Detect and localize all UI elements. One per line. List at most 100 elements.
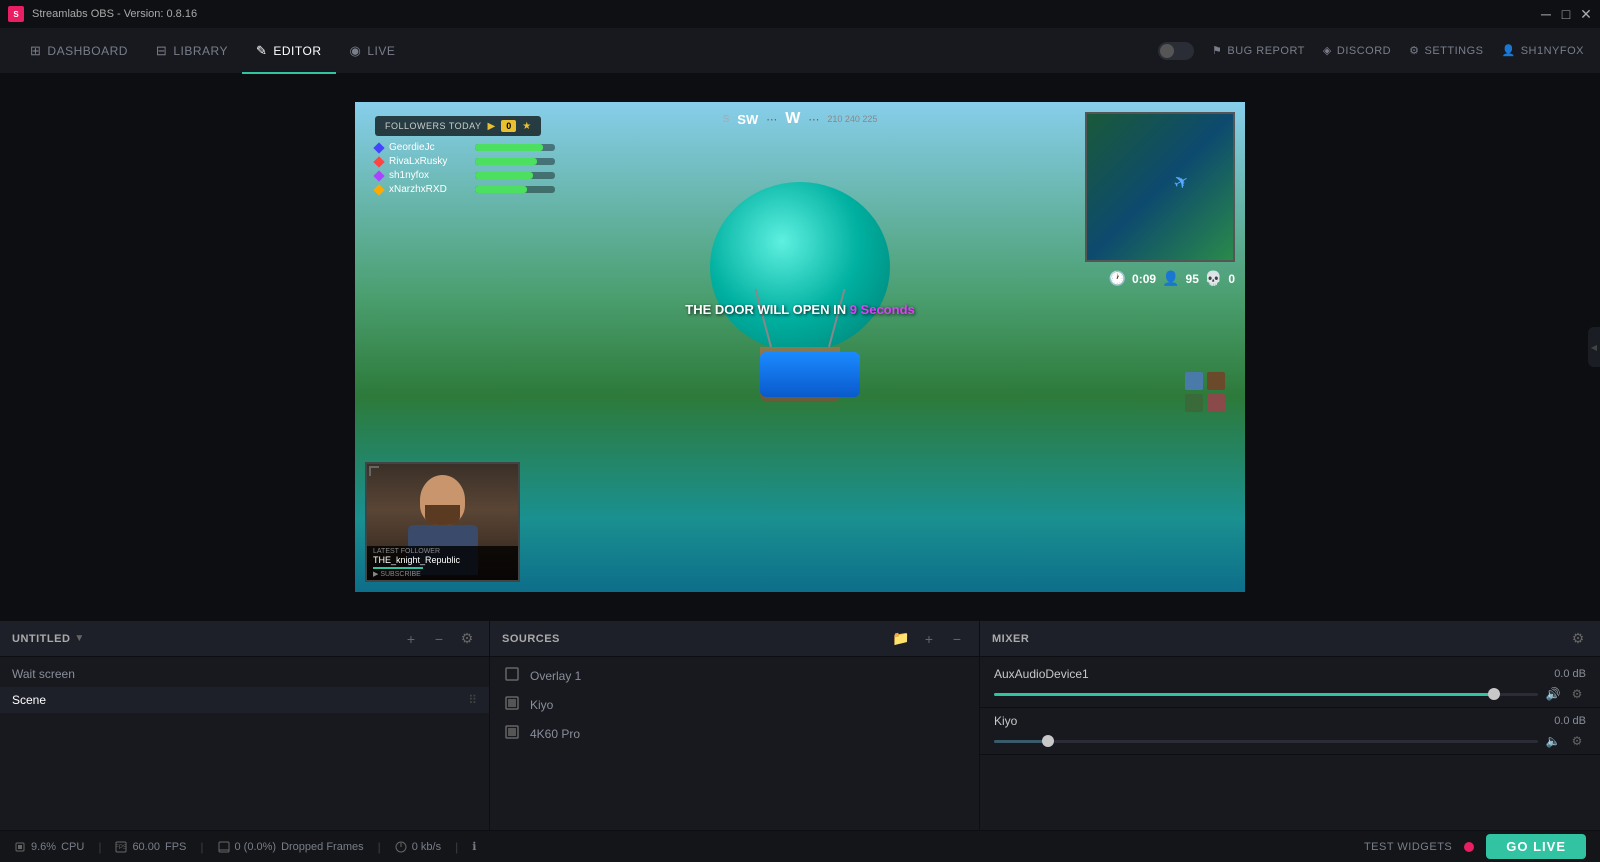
sources-remove-button[interactable]: − xyxy=(947,629,967,649)
follower-bar-label: LATEST FOLLOWER xyxy=(373,548,512,555)
follower-bar-indicator xyxy=(373,567,423,569)
nav-discord-label: DISCORD xyxy=(1337,45,1391,57)
svg-text:S: S xyxy=(13,10,19,19)
followers-arrow: ▶ xyxy=(488,121,496,132)
bottom-panels: UNTITLED ▼ + − ⚙ Wait screen Scene ⠿ xyxy=(0,620,1600,830)
sources-list: Overlay 1 Kiyo 4K60 Pro xyxy=(490,657,979,830)
minimize-button[interactable]: ─ xyxy=(1540,8,1552,20)
lb-bar-4 xyxy=(475,186,555,193)
source-4k60pro-label: 4K60 Pro xyxy=(530,727,965,741)
players-value: 95 xyxy=(1186,272,1199,286)
webcam-overlay: LATEST FOLLOWER THE_knight_Republic ▶ SU… xyxy=(365,462,520,582)
nav-settings-label: SETTINGS xyxy=(1424,45,1483,57)
preview-canvas[interactable]: S SW ⋯ W ⋯ 210 240 225 FOLLOWERS TODAY ▶… xyxy=(355,102,1245,592)
close-button[interactable]: ✕ xyxy=(1580,8,1592,20)
source-4k60pro[interactable]: 4K60 Pro xyxy=(490,719,979,748)
status-cpu: 9.6% CPU xyxy=(14,841,98,853)
profile-icon: 👤 xyxy=(1502,44,1516,57)
mixer-aux-thumb[interactable] xyxy=(1488,688,1500,700)
minimap-bg xyxy=(1087,114,1233,260)
game-icons-row2 xyxy=(1185,394,1225,412)
game-icon-4 xyxy=(1207,394,1225,412)
nav-library-label: LIBRARY xyxy=(173,44,228,58)
nav-bugreport[interactable]: ⚑ BUG REPORT xyxy=(1212,44,1305,57)
nav-dashboard[interactable]: ⊞ DASHBOARD xyxy=(16,28,142,74)
scene-wait-screen[interactable]: Wait screen xyxy=(0,661,489,687)
mixer-panel-header: MIXER ⚙ xyxy=(980,621,1600,657)
source-overlay1[interactable]: Overlay 1 xyxy=(490,661,979,690)
nav-editor[interactable]: ✎ EDITOR xyxy=(242,28,336,74)
mixer-panel: MIXER ⚙ AuxAudioDevice1 0.0 dB xyxy=(980,621,1600,830)
mixer-settings-button[interactable]: ⚙ xyxy=(1568,629,1588,649)
followers-icon: ★ xyxy=(522,121,531,132)
mixer-kiyo-slider[interactable] xyxy=(994,734,1538,748)
streamer-head xyxy=(420,475,465,525)
balloon-ropes xyxy=(760,352,840,402)
statusbar: 9.6% CPU | FPS 60.00 FPS | 0 (0.0%) Drop… xyxy=(0,830,1600,862)
fps-icon: FPS xyxy=(115,841,127,853)
kbps-value: 0 kb/s xyxy=(412,841,441,853)
nav-settings[interactable]: ⚙ SETTINGS xyxy=(1409,44,1483,57)
compass-s: S xyxy=(723,114,730,125)
svg-text:FPS: FPS xyxy=(116,845,128,851)
lb-name-3: sh1nyfox xyxy=(389,170,469,181)
compass-sw: SW xyxy=(737,112,758,127)
lb-bar-1 xyxy=(475,144,555,151)
cpu-icon xyxy=(14,841,26,853)
status-divider-1: | xyxy=(98,840,101,854)
test-widgets-button[interactable]: TEST WIDGETS xyxy=(1364,841,1452,853)
source-kiyo[interactable]: Kiyo xyxy=(490,690,979,719)
scene-scene[interactable]: Scene ⠿ xyxy=(0,687,489,713)
mixer-tracks: AuxAudioDevice1 0.0 dB 🔊 ⚙ xyxy=(980,657,1600,830)
go-live-button[interactable]: GO LIVE xyxy=(1486,834,1586,859)
kbps-icon xyxy=(395,841,407,853)
status-dropped: 0 (0.0%) Dropped Frames xyxy=(218,841,378,853)
nav-profile[interactable]: 👤 sh1nyfox xyxy=(1502,44,1585,57)
scenes-list: Wait screen Scene ⠿ xyxy=(0,657,489,830)
mixer-kiyo-speaker[interactable]: 🔈 xyxy=(1544,732,1562,750)
info-icon: ℹ xyxy=(472,840,476,853)
right-edge-toggle[interactable]: ◀ xyxy=(1588,327,1600,367)
status-divider-2: | xyxy=(200,840,203,854)
lb-bar-2 xyxy=(475,158,555,165)
theme-toggle[interactable] xyxy=(1158,42,1194,60)
dashboard-icon: ⊞ xyxy=(30,43,41,59)
skull-icon: 💀 xyxy=(1205,270,1222,287)
mixer-kiyo-thumb[interactable] xyxy=(1042,735,1054,747)
game-icon-2 xyxy=(1207,372,1225,390)
game-icon-3 xyxy=(1185,394,1203,412)
status-info[interactable]: ℹ xyxy=(472,840,490,853)
mixer-aux-slider[interactable] xyxy=(994,687,1538,701)
mixer-aux-speaker[interactable]: 🔊 xyxy=(1544,685,1562,703)
source-kiyo-icon xyxy=(504,696,520,713)
mixer-kiyo-settings[interactable]: ⚙ xyxy=(1568,732,1586,750)
mixer-track-kiyo-name: Kiyo xyxy=(994,714,1554,728)
nav-right: ⚑ BUG REPORT ◈ DISCORD ⚙ SETTINGS 👤 sh1n… xyxy=(1158,42,1584,60)
webcam-resize-handle[interactable] xyxy=(369,466,379,476)
scenes-settings-button[interactable]: ⚙ xyxy=(457,629,477,649)
scenes-remove-button[interactable]: − xyxy=(429,629,449,649)
mixer-panel-title: MIXER xyxy=(992,633,1560,645)
right-edge-icon: ◀ xyxy=(1591,343,1597,352)
compass-divider: ⋯ xyxy=(766,113,777,126)
mixer-aux-settings[interactable]: ⚙ xyxy=(1568,685,1586,703)
follower-subscribe-btn: ▶ SUBSCRIBE xyxy=(373,570,512,578)
lb-name-4: xNarzhxRXD xyxy=(389,184,469,195)
sources-add-button[interactable]: + xyxy=(919,629,939,649)
nav-live[interactable]: ◉ LIVE xyxy=(336,28,410,74)
sources-folder-button[interactable]: 📁 xyxy=(891,629,911,649)
scenes-title-chevron[interactable]: ▼ xyxy=(74,633,84,644)
battle-bus xyxy=(760,352,860,397)
scenes-add-button[interactable]: + xyxy=(401,629,421,649)
mixer-track-aux-db: 0.0 dB xyxy=(1554,668,1586,680)
follower-bar-name: THE_knight_Republic xyxy=(373,555,512,565)
nav-discord[interactable]: ◈ DISCORD xyxy=(1323,44,1391,57)
dropped-icon xyxy=(218,841,230,853)
nav-live-label: LIVE xyxy=(367,44,395,58)
minimap-content: ✈ xyxy=(1087,114,1233,260)
main-content: S SW ⋯ W ⋯ 210 240 225 FOLLOWERS TODAY ▶… xyxy=(0,74,1600,862)
maximize-button[interactable]: □ xyxy=(1560,8,1572,20)
nav-library[interactable]: ⊟ LIBRARY xyxy=(142,28,242,74)
compass-dots2: ⋯ xyxy=(808,113,819,126)
bugreport-icon: ⚑ xyxy=(1212,44,1222,57)
